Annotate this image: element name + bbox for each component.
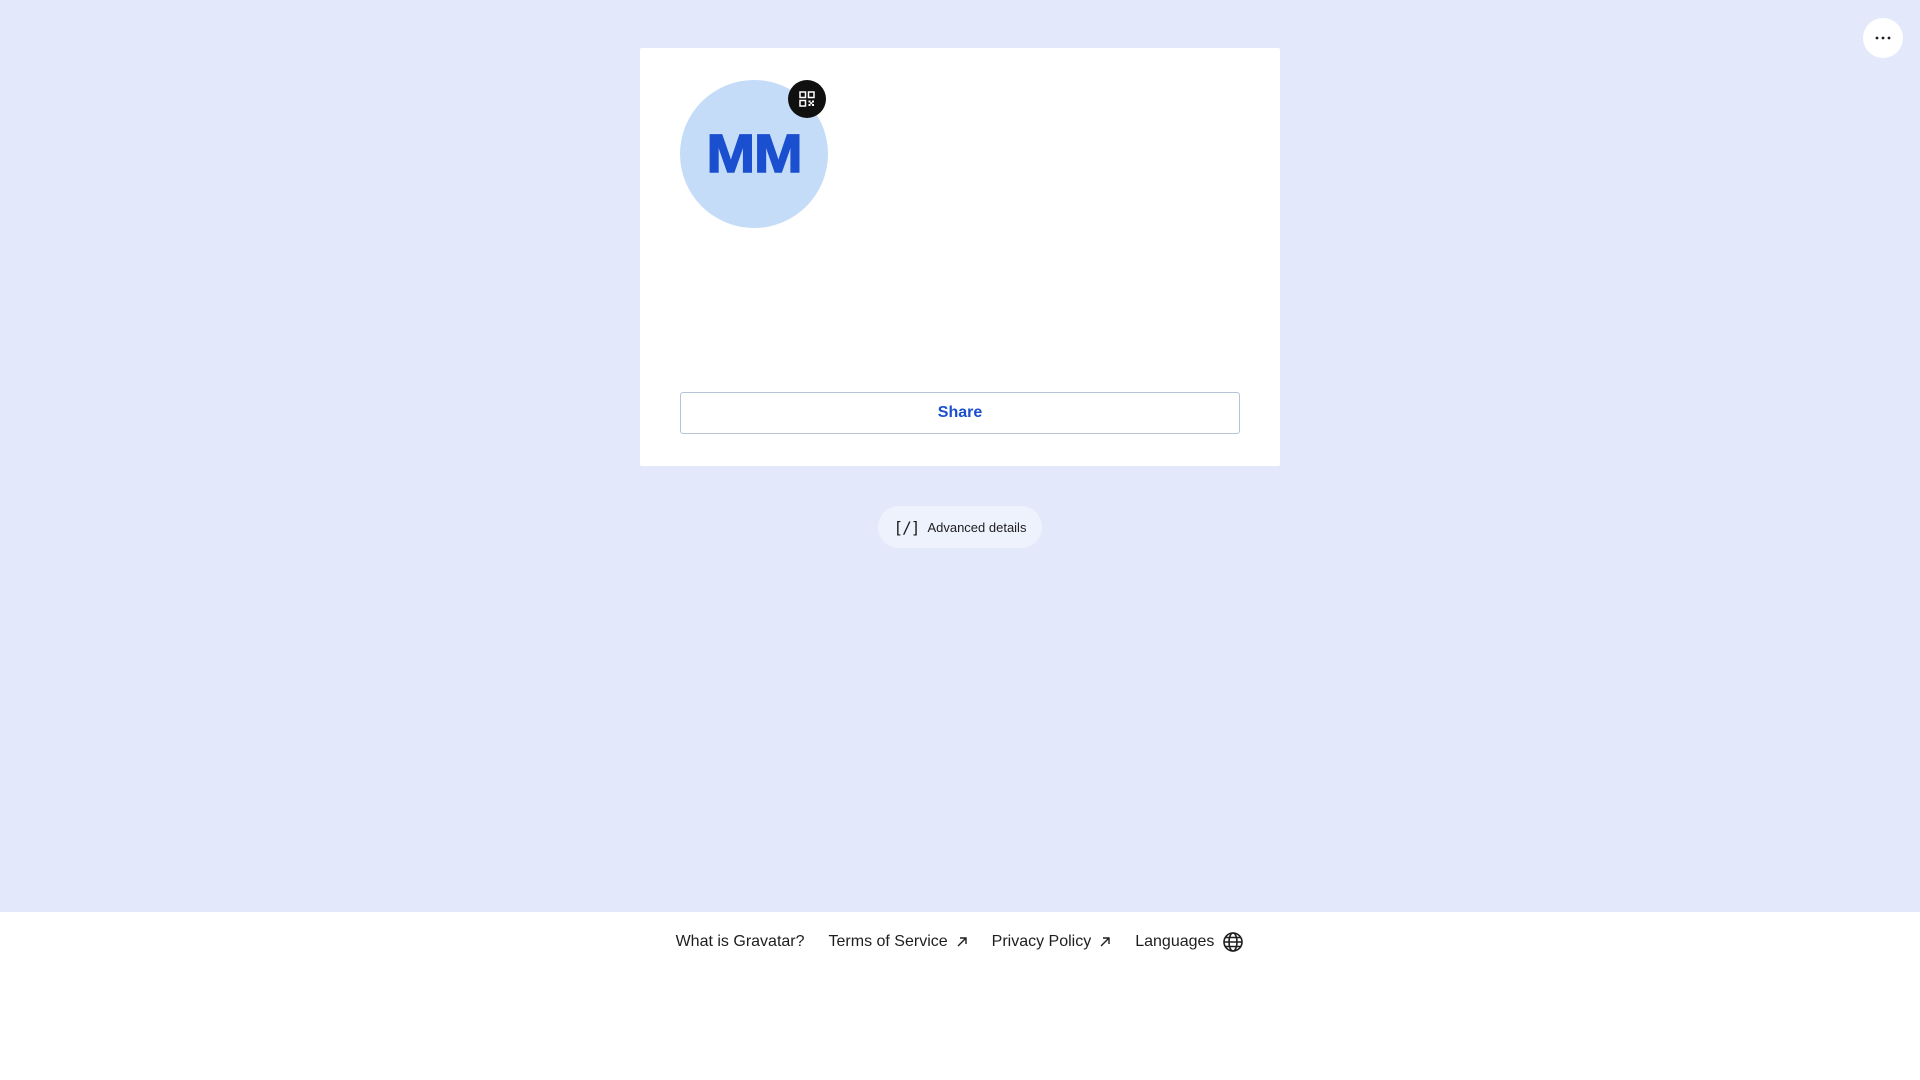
footer-link-what-is-gravatar[interactable]: What is Gravatar? (676, 928, 805, 956)
external-arrow-icon (957, 937, 967, 947)
footer-link-privacy-policy[interactable]: Privacy Policy (992, 928, 1112, 956)
profile-card: MM Share (640, 48, 1280, 466)
qr-code-icon (799, 91, 815, 107)
footer-links: What is Gravatar? Terms of Service Priva… (0, 928, 1920, 956)
footer-link-label: Terms of Service (828, 933, 948, 950)
advanced-details-label: Advanced details (927, 519, 1027, 535)
globe-icon (1223, 932, 1244, 952)
footer-link-label: What is Gravatar? (675, 933, 805, 950)
footer: What is Gravatar? Terms of Service Priva… (0, 912, 1920, 1080)
footer-link-label: Privacy Policy (991, 933, 1092, 950)
footer-link-languages[interactable]: Languages (1135, 928, 1244, 956)
code-brackets-icon: [/] (893, 517, 921, 537)
qr-code-button[interactable] (788, 80, 826, 118)
ellipsis-icon (1875, 36, 1891, 40)
more-options-button[interactable] (1863, 18, 1903, 58)
advanced-details-button[interactable]: [/] Advanced details (878, 506, 1042, 548)
avatar-initials: MM (706, 123, 804, 185)
external-arrow-icon (1100, 937, 1110, 947)
share-button[interactable]: Share (680, 392, 1240, 434)
footer-link-terms-of-service[interactable]: Terms of Service (829, 928, 968, 956)
footer-link-label: Languages (1135, 933, 1215, 950)
